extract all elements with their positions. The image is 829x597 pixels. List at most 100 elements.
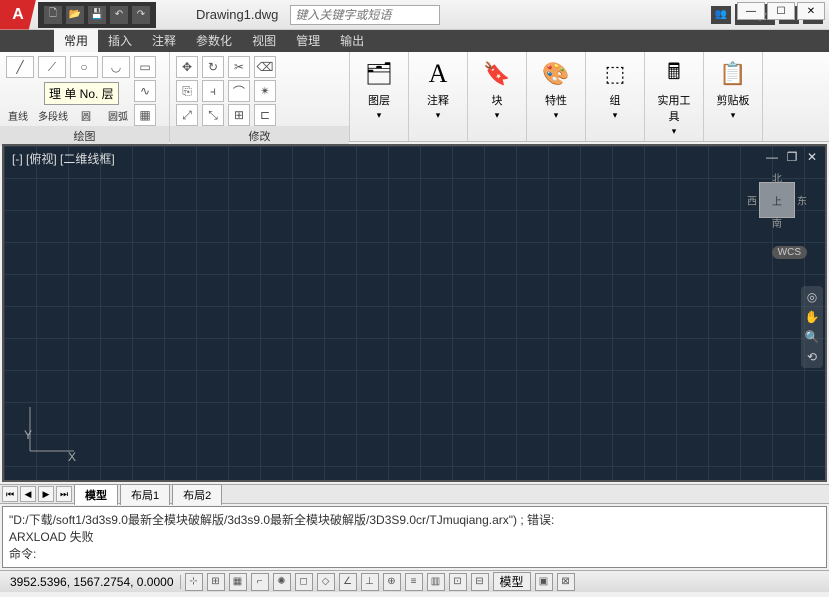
circle-icon[interactable]: ○ bbox=[70, 56, 98, 78]
viewport-minimize-icon[interactable]: — bbox=[765, 150, 779, 164]
viewcube[interactable]: 北 南 东 西 上 bbox=[747, 170, 807, 230]
maximize-button[interactable]: ☐ bbox=[767, 2, 795, 20]
clipboard-button[interactable]: 📋剪贴板▾ bbox=[710, 56, 756, 123]
scale-icon[interactable]: ⤡ bbox=[202, 104, 224, 126]
move-icon[interactable]: ✥ bbox=[176, 56, 198, 78]
viewport-label[interactable]: [-] [俯视] [二维线框] bbox=[12, 150, 115, 167]
model-space-button[interactable]: 模型 bbox=[493, 572, 531, 591]
command-line: ARXLOAD 失败 bbox=[9, 528, 820, 545]
tab-last-icon[interactable]: ⏭ bbox=[56, 486, 72, 502]
layout-tabs: ⏮ ◀ ▶ ⏭ 模型 布局1 布局2 bbox=[0, 484, 829, 504]
explode-icon[interactable]: ✴ bbox=[254, 80, 276, 102]
tab-next-icon[interactable]: ▶ bbox=[38, 486, 54, 502]
layout-tab-1[interactable]: 布局1 bbox=[120, 484, 170, 505]
layer-button[interactable]: 🗂图层▾ bbox=[356, 56, 402, 123]
snap-icon[interactable]: ⊹ bbox=[185, 573, 203, 591]
status-bar: 3952.5396, 1567.2754, 0.0000 ⊹ ⊞ ▦ ⌐ ✺ ◻… bbox=[0, 570, 829, 592]
open-icon[interactable]: 📂 bbox=[66, 6, 84, 24]
search-go-icon[interactable]: 👥 bbox=[711, 6, 731, 24]
polyline-icon[interactable]: ⟋ bbox=[38, 56, 66, 78]
drawing-canvas[interactable]: [-] [俯视] [二维线框] — ❐ ✕ 北 南 东 西 上 WCS ◎ ✋ … bbox=[2, 144, 827, 482]
undo-icon[interactable]: ↶ bbox=[110, 6, 128, 24]
search-input[interactable] bbox=[290, 5, 440, 25]
nav-pan-icon[interactable]: ✋ bbox=[805, 310, 820, 324]
document-title: Drawing1.dwg bbox=[196, 7, 278, 22]
stretch-icon[interactable]: ⤢ bbox=[176, 104, 198, 126]
tab-manage[interactable]: 管理 bbox=[286, 29, 330, 52]
tpy-icon[interactable]: ▥ bbox=[427, 573, 445, 591]
nav-orbit-icon[interactable]: ⟲ bbox=[807, 350, 817, 364]
wcs-badge[interactable]: WCS bbox=[772, 246, 807, 259]
panel-modify-label: 修改 bbox=[170, 126, 349, 146]
otrack-icon[interactable]: ∠ bbox=[339, 573, 357, 591]
polar-icon[interactable]: ✺ bbox=[273, 573, 291, 591]
navigation-bar: ◎ ✋ 🔍 ⟲ bbox=[801, 286, 823, 368]
dyn-icon[interactable]: ⊕ bbox=[383, 573, 401, 591]
offset-icon[interactable]: ⊏ bbox=[254, 104, 276, 126]
command-window[interactable]: "D:/下载/soft1/3d3s9.0最新全模块破解版/3d3s9.0最新全模… bbox=[2, 506, 827, 568]
grid2-icon[interactable]: ▦ bbox=[229, 573, 247, 591]
layer-icon: 🗂 bbox=[363, 58, 395, 90]
nav-zoom-icon[interactable]: 🔍 bbox=[805, 330, 820, 344]
line-icon[interactable]: ╱ bbox=[6, 56, 34, 78]
tab-view[interactable]: 视图 bbox=[242, 29, 286, 52]
nav-wheel-icon[interactable]: ◎ bbox=[807, 290, 817, 304]
tab-insert[interactable]: 插入 bbox=[98, 29, 142, 52]
group-icon: ⬚ bbox=[599, 58, 631, 90]
ortho-icon[interactable]: ⌐ bbox=[251, 573, 269, 591]
qp-icon[interactable]: ⊡ bbox=[449, 573, 467, 591]
annotate-button[interactable]: A注释▾ bbox=[415, 56, 461, 123]
aux1-icon[interactable]: ▣ bbox=[535, 573, 553, 591]
spline-icon[interactable]: ∿ bbox=[134, 80, 156, 102]
clipboard-icon: 📋 bbox=[717, 58, 749, 90]
rect-icon[interactable]: ▭ bbox=[134, 56, 156, 78]
app-logo[interactable]: A bbox=[0, 0, 36, 30]
trim-icon[interactable]: ✂ bbox=[228, 56, 250, 78]
save-icon[interactable]: 💾 bbox=[88, 6, 106, 24]
layout-tab-2[interactable]: 布局2 bbox=[172, 484, 222, 505]
redo-icon[interactable]: ↷ bbox=[132, 6, 150, 24]
tab-first-icon[interactable]: ⏮ bbox=[2, 486, 18, 502]
new-icon[interactable]: 🗋 bbox=[44, 6, 62, 24]
grid-icon[interactable]: ⊞ bbox=[207, 573, 225, 591]
lwt-icon[interactable]: ≡ bbox=[405, 573, 423, 591]
rotate-icon[interactable]: ↻ bbox=[202, 56, 224, 78]
viewcube-face[interactable]: 上 bbox=[759, 182, 795, 218]
calculator-icon: 🖩 bbox=[658, 58, 690, 90]
coordinates[interactable]: 3952.5396, 1567.2754, 0.0000 bbox=[4, 575, 181, 589]
ucs-icon: Y X bbox=[22, 399, 82, 462]
3dosnap-icon[interactable]: ◇ bbox=[317, 573, 335, 591]
layout-tab-model[interactable]: 模型 bbox=[74, 484, 118, 505]
tab-parametric[interactable]: 参数化 bbox=[186, 29, 242, 52]
quick-access-toolbar: 🗋 📂 💾 ↶ ↷ bbox=[38, 2, 156, 28]
copy-icon[interactable]: ⎘ bbox=[176, 80, 198, 102]
mirror-icon[interactable]: ⫞ bbox=[202, 80, 224, 102]
title-bar: A 🗋 📂 💾 ↶ ↷ Drawing1.dwg 👥 登录 X ? bbox=[0, 0, 829, 30]
properties-button[interactable]: 🎨特性▾ bbox=[533, 56, 579, 123]
command-prompt: 命令: bbox=[9, 545, 820, 562]
block-icon: 🔖 bbox=[481, 58, 513, 90]
array-icon[interactable]: ⊞ bbox=[228, 104, 250, 126]
tab-prev-icon[interactable]: ◀ bbox=[20, 486, 36, 502]
block-button[interactable]: 🔖块▾ bbox=[474, 56, 520, 123]
osnap-icon[interactable]: ◻ bbox=[295, 573, 313, 591]
ducs-icon[interactable]: ⊥ bbox=[361, 573, 379, 591]
tab-output[interactable]: 输出 bbox=[330, 29, 374, 52]
viewport-close-icon[interactable]: ✕ bbox=[805, 150, 819, 164]
command-line: "D:/下载/soft1/3d3s9.0最新全模块破解版/3d3s9.0最新全模… bbox=[9, 511, 820, 528]
viewport-restore-icon[interactable]: ❐ bbox=[785, 150, 799, 164]
fillet-icon[interactable]: ⌒ bbox=[228, 80, 250, 102]
tab-home[interactable]: 常用 bbox=[54, 29, 98, 52]
sc-icon[interactable]: ⊟ bbox=[471, 573, 489, 591]
group-button[interactable]: ⬚组▾ bbox=[592, 56, 638, 123]
hatch-icon[interactable]: ▦ bbox=[134, 104, 156, 126]
erase-icon[interactable]: ⌫ bbox=[254, 56, 276, 78]
tab-annotate[interactable]: 注释 bbox=[142, 29, 186, 52]
aux2-icon[interactable]: ⊠ bbox=[557, 573, 575, 591]
canvas-grid bbox=[4, 146, 825, 480]
arc-icon[interactable]: ◡ bbox=[102, 56, 130, 78]
utilities-button[interactable]: 🖩实用工具▾ bbox=[651, 56, 697, 139]
close-button[interactable]: ✕ bbox=[797, 2, 825, 20]
ribbon: ╱ 直线 ⟋ 多段线 ○ 圆 ◡ 圆弧 ▭ ∿ ▦ 绘图 ✥ bbox=[0, 52, 829, 142]
minimize-button[interactable]: — bbox=[737, 2, 765, 20]
